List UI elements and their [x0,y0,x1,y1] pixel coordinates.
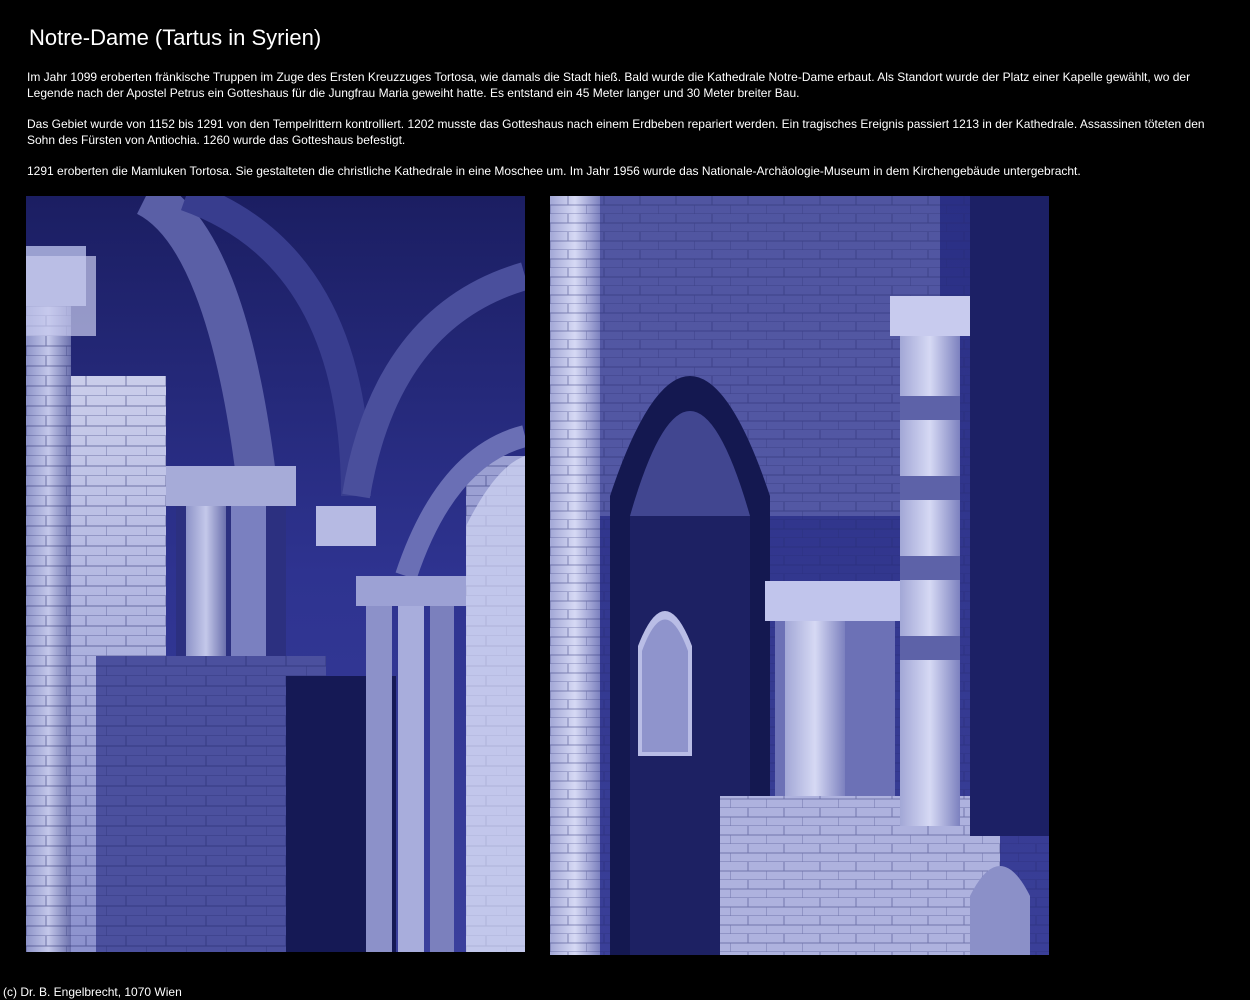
intro-paragraph: Im Jahr 1099 eroberten fränkische Truppe… [27,70,1191,100]
photo-image [550,196,1049,955]
intro-text: Im Jahr 1099 eroberten fränkische Truppe… [27,69,1227,194]
intro-paragraph: Das Gebiet wurde von 1152 bis 1291 von d… [27,117,1205,147]
photo-cathedral-window-arch[interactable] [550,196,1049,955]
photo-image [26,196,525,952]
copyright-footer: (c) Dr. B. Engelbrecht, 1070 Wien [3,985,182,999]
intro-paragraph: 1291 eroberten die Mamluken Tortosa. Sie… [27,164,1081,178]
page-title: Notre-Dame (Tartus in Syrien) [29,25,322,50]
photo-cathedral-arches[interactable] [26,196,525,952]
